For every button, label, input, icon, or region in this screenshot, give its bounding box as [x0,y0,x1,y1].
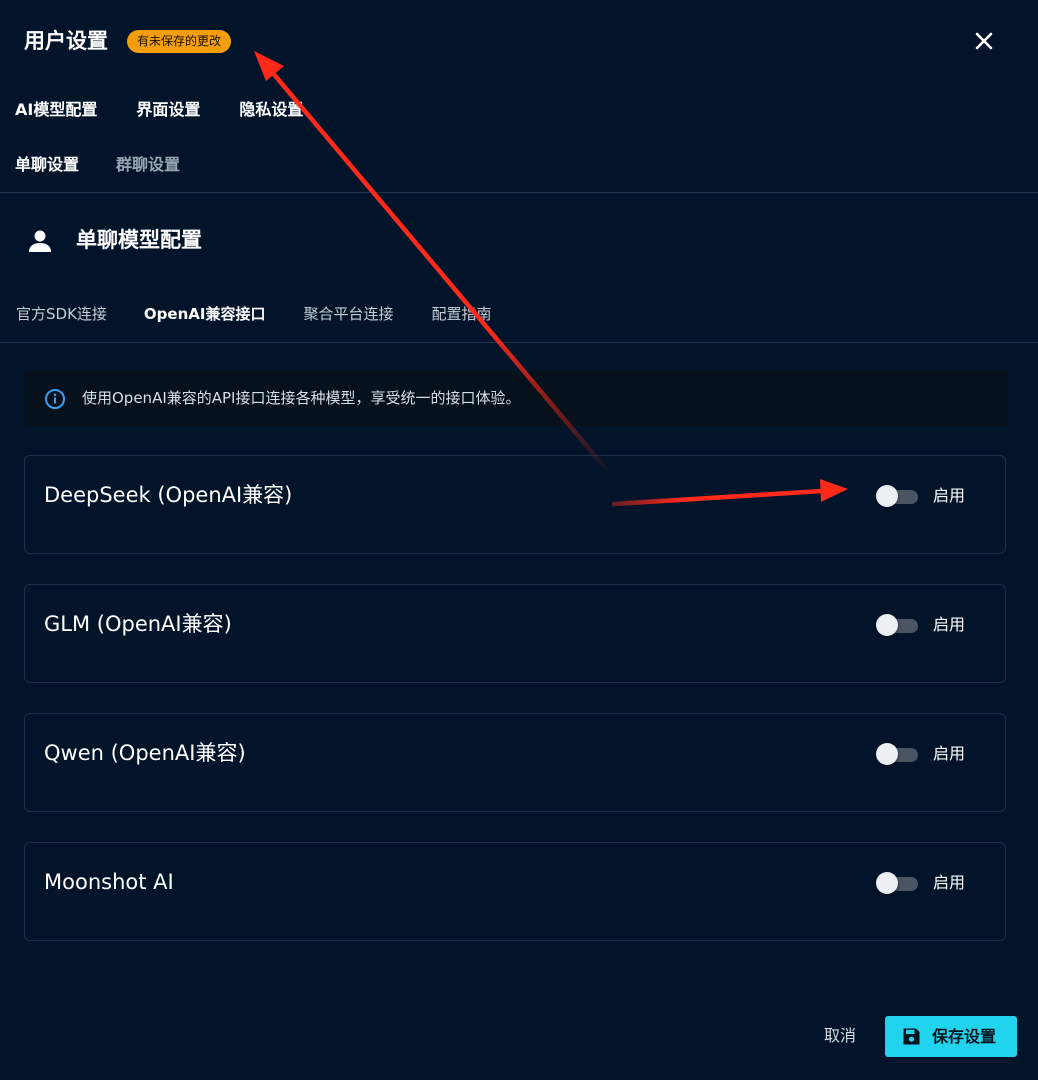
provider-card-glm: GLM (OpenAI兼容) 启用 [24,584,1006,683]
enable-toggle-glm[interactable] [876,612,920,638]
toggle-thumb [876,614,898,636]
user-settings-dialog: 用户设置 有未保存的更改 AI模型配置 界面设置 隐私设置 单聊设置 群聊设置 … [0,0,1038,1080]
provider-name: Qwen (OpenAI兼容) [44,741,246,765]
subtabs-divider [0,342,1038,343]
close-icon [975,32,993,50]
provider-card-deepseek: DeepSeek (OpenAI兼容) 启用 [24,455,1006,554]
subtab-openai-compatible[interactable]: OpenAI兼容接口 [124,296,283,332]
enable-toggle-qwen[interactable] [876,741,920,767]
dialog-title: 用户设置 [24,29,108,53]
toggle-label: 启用 [933,486,966,505]
enable-toggle-moonshot[interactable] [876,870,920,896]
provider-card-moonshot: Moonshot AI 启用 [24,842,1006,941]
tab-single-chat-settings[interactable]: 单聊设置 [0,147,94,183]
tab-privacy-settings[interactable]: 隐私设置 [215,92,318,128]
subtab-config-guide[interactable]: 配置指南 [410,296,508,332]
settings-tabs-row-2: 单聊设置 群聊设置 [0,147,195,183]
provider-name: Moonshot AI [44,870,174,894]
tab-interface-settings[interactable]: 界面设置 [112,92,215,128]
info-text: 使用OpenAI兼容的API接口连接各种模型，享受统一的接口体验。 [82,389,521,407]
unsaved-changes-badge: 有未保存的更改 [127,30,232,53]
save-button-label: 保存设置 [932,1027,997,1046]
enable-toggle-deepseek[interactable] [876,483,920,509]
connection-subtabs: 官方SDK连接 OpenAI兼容接口 聚合平台连接 配置指南 [0,296,508,332]
floppy-disk-icon [903,1028,920,1045]
subtab-aggregator-platform[interactable]: 聚合平台连接 [282,296,410,332]
save-settings-button[interactable]: 保存设置 [885,1016,1017,1057]
cancel-button[interactable]: 取消 [812,1016,868,1056]
info-icon [45,389,65,409]
toggle-label: 启用 [933,615,966,634]
toggle-label: 启用 [933,873,966,892]
dialog-header: 用户设置 有未保存的更改 [0,0,1038,82]
settings-tabs-row-1: AI模型配置 界面设置 隐私设置 [0,92,318,128]
toggle-thumb [876,743,898,765]
close-button[interactable] [968,25,1000,57]
toggle-thumb [876,872,898,894]
tabs-divider [0,192,1038,193]
provider-name: GLM (OpenAI兼容) [44,612,232,636]
toggle-thumb [876,485,898,507]
tab-group-chat-settings[interactable]: 群聊设置 [94,147,195,183]
user-icon [27,228,53,254]
info-banner: 使用OpenAI兼容的API接口连接各种模型，享受统一的接口体验。 [24,371,1008,426]
section-title: 单聊模型配置 [76,228,202,252]
tab-ai-model-config[interactable]: AI模型配置 [0,92,112,128]
subtab-official-sdk[interactable]: 官方SDK连接 [0,296,124,332]
provider-name: DeepSeek (OpenAI兼容) [44,483,293,507]
provider-card-qwen: Qwen (OpenAI兼容) 启用 [24,713,1006,812]
toggle-label: 启用 [933,744,966,763]
